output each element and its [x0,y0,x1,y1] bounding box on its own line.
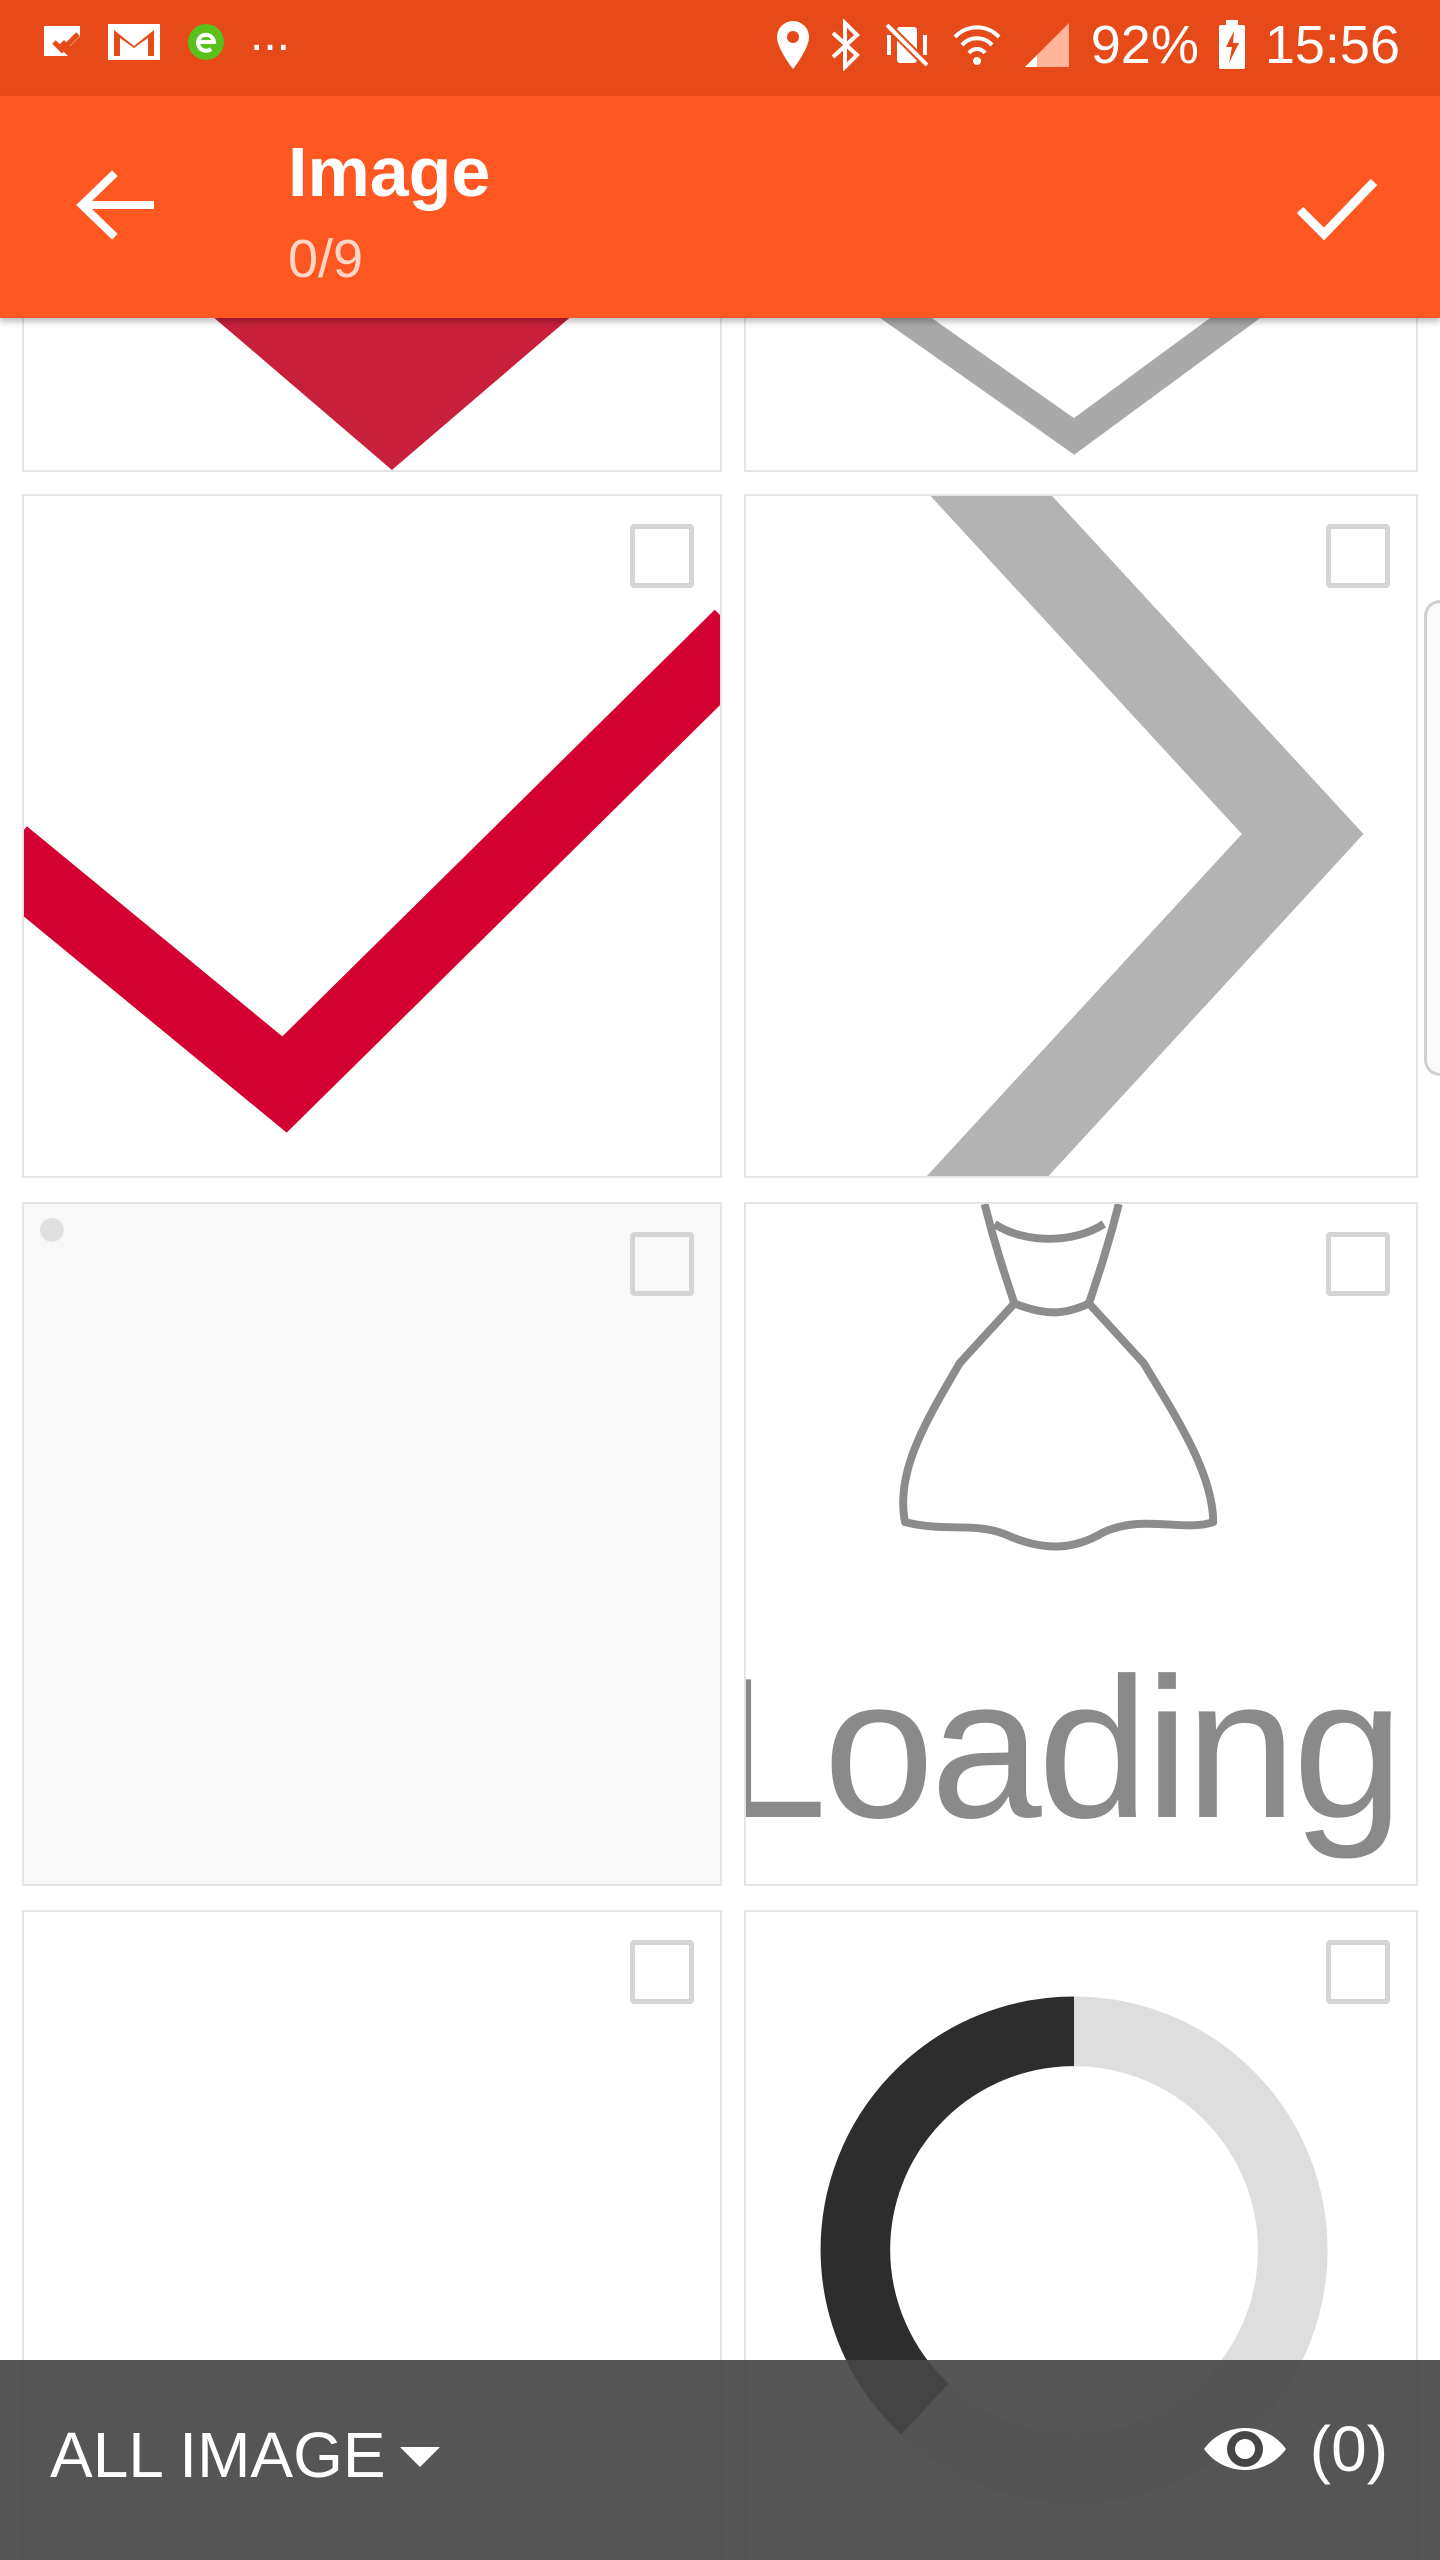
task-check-icon [44,26,80,56]
select-checkbox[interactable] [630,524,694,588]
album-selector[interactable]: ALL IMAGE [50,2418,440,2492]
gray-chevron-thumbnail [880,318,1261,455]
clock: 15:56 [1264,15,1400,75]
vibrate-mute-icon [883,22,930,68]
preview-count: (0) [1309,2413,1388,2485]
image-tile[interactable] [22,1202,722,1886]
blank-thumbnail [39,1217,64,1242]
back-arrow-icon[interactable] [70,160,160,250]
dropdown-caret-icon [399,2447,440,2467]
battery-charging-icon [1218,20,1245,69]
location-icon [776,21,809,69]
red-chevron-thumbnail [214,318,570,470]
notification-icons: ... [40,11,290,64]
select-checkbox[interactable] [630,1232,694,1296]
system-icons: 92% 15:56 [775,14,1400,76]
mail-icon [108,24,160,60]
image-grid: Loading [0,318,1440,2560]
wifi-icon [953,25,1001,65]
selection-counter: 0/9 [288,229,364,289]
loading-placeholder-text: Loading [744,1637,1404,1860]
select-checkbox[interactable] [630,1940,694,2004]
album-label: ALL IMAGE [50,2419,386,2491]
fast-scroll-handle[interactable] [1424,600,1440,1076]
status-bar: ... 92% 15:56 [0,0,1440,96]
preview-button[interactable]: (0) [1200,2412,1388,2486]
confirm-check-icon[interactable] [1286,158,1386,258]
signal-icon [1024,23,1069,67]
eye-icon [1203,2428,1286,2470]
select-checkbox[interactable] [1326,524,1390,588]
battery-percent: 92% [1090,15,1199,75]
red-check-thumbnail [24,609,720,1133]
bluetooth-icon [831,19,860,71]
image-tile[interactable] [22,318,722,472]
page-title: Image [288,133,491,211]
more-notifications-text: ... [250,8,291,61]
app-bar: Image 0/9 [0,96,1440,318]
bottom-bar: ALL IMAGE (0) [0,2360,1440,2560]
image-tile[interactable] [744,318,1418,472]
select-checkbox[interactable] [1326,1232,1390,1296]
gray-arrow-thumbnail [926,496,1364,1176]
browser-e-icon [188,24,224,60]
select-checkbox[interactable] [1326,1940,1390,2004]
image-tile[interactable] [22,494,722,1178]
image-tile[interactable]: Loading [744,1202,1418,1886]
image-tile[interactable] [744,494,1418,1178]
